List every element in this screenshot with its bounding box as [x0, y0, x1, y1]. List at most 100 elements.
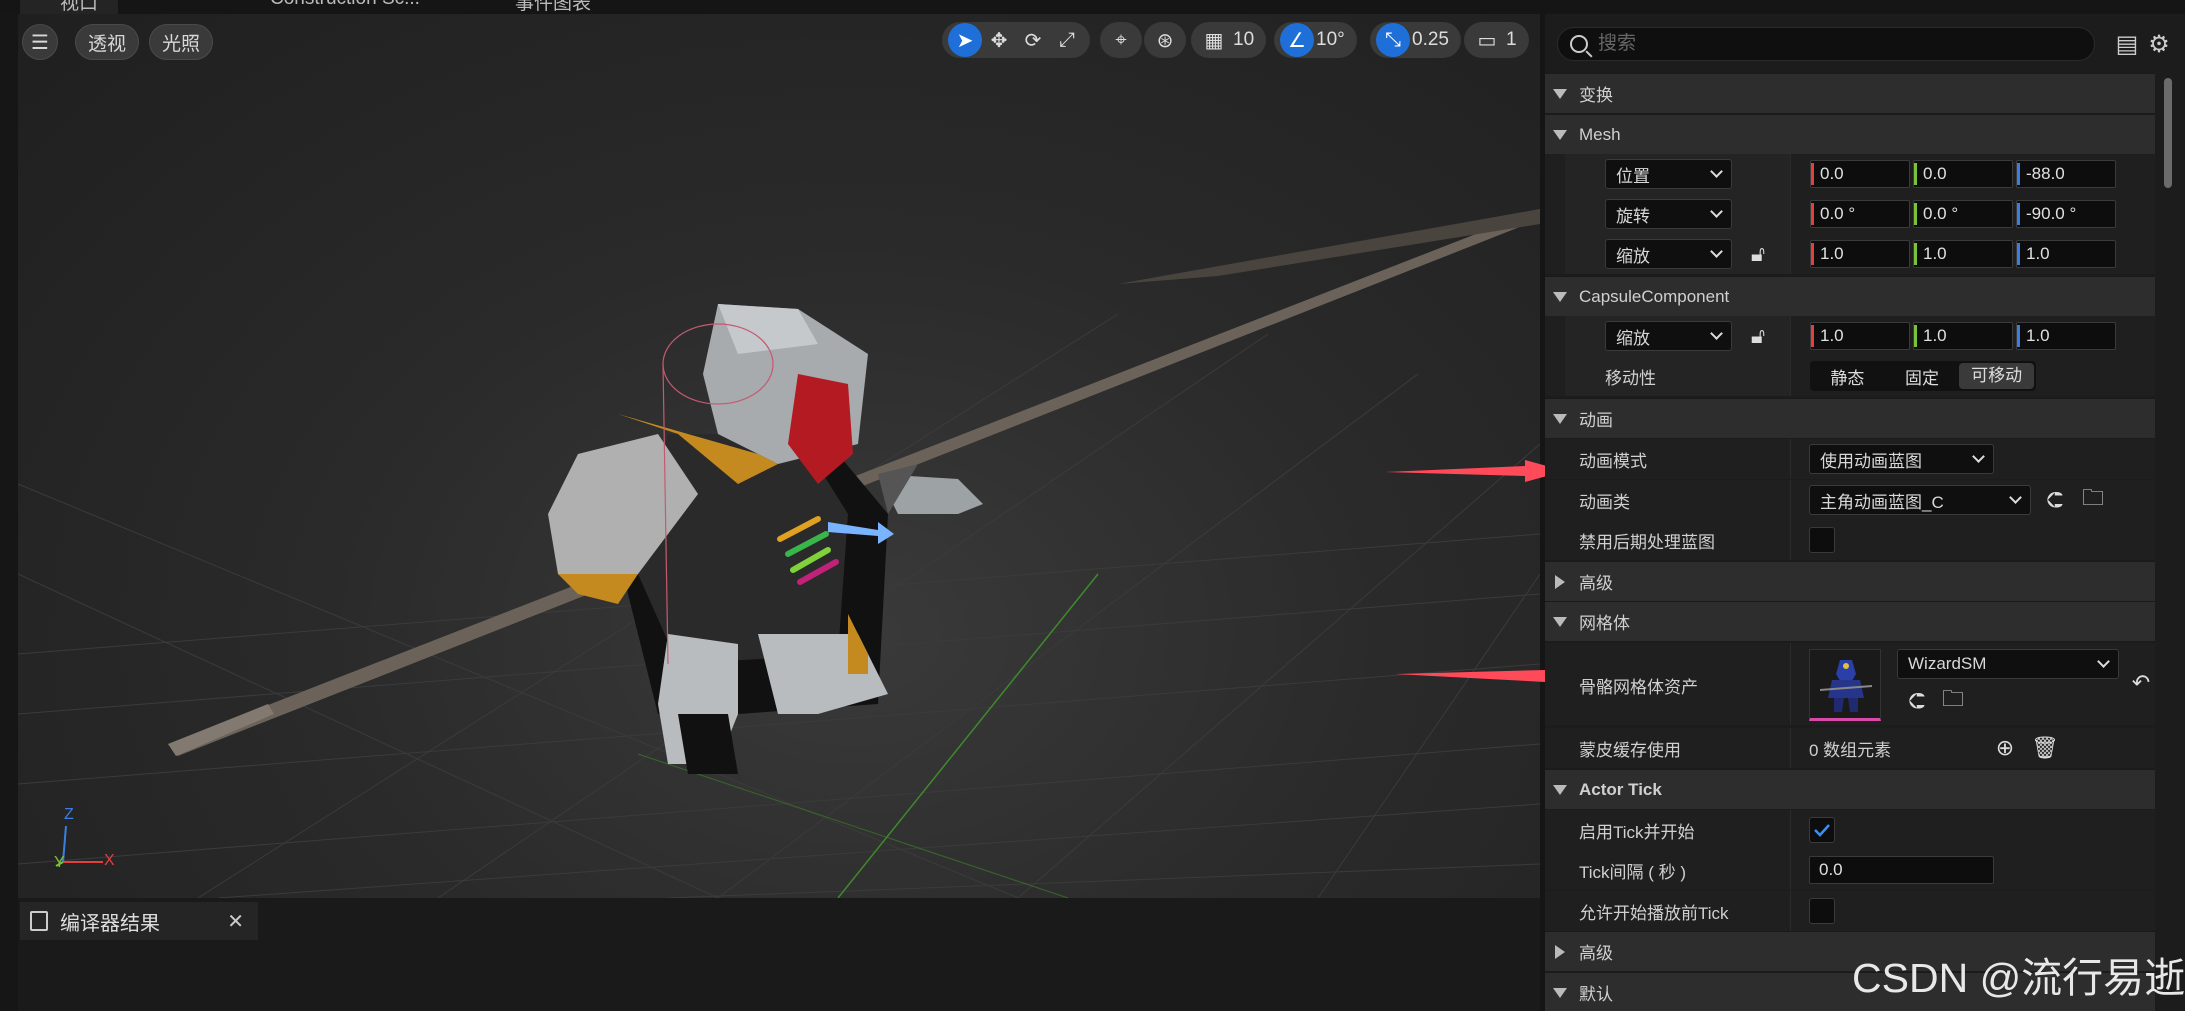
camera-speed-group: ▭ 1: [1464, 22, 1529, 58]
start-with-tick-checkbox[interactable]: [1809, 817, 1835, 843]
perspective-button[interactable]: 透视: [75, 24, 139, 60]
select-tool-icon[interactable]: ➤: [948, 23, 982, 57]
category-advanced-animation[interactable]: 高级: [1545, 561, 2155, 601]
table-view-icon[interactable]: ▤: [2113, 30, 2141, 58]
tab-construction-label: Construction Sc...: [270, 0, 420, 9]
angle-snap-icon[interactable]: ∠: [1280, 23, 1314, 57]
column-splitter: [1790, 316, 1791, 356]
grid-snap-icon[interactable]: ▦: [1197, 23, 1231, 57]
location-z-field[interactable]: -88.0: [2016, 160, 2116, 188]
collapsed-triangle-icon: [1555, 944, 1565, 959]
disable-post-process-checkbox[interactable]: [1809, 527, 1835, 553]
skeletal-mesh-dropdown[interactable]: WizardSM: [1897, 649, 2119, 679]
move-tool-icon[interactable]: ✥: [982, 23, 1016, 57]
category-actor-tick[interactable]: Actor Tick: [1545, 769, 2155, 809]
compiler-results-tab[interactable]: 编译器结果 ✕: [20, 902, 258, 940]
close-icon[interactable]: ✕: [227, 909, 244, 934]
mesh-location-row: 位置 0.0 0.0 -88.0: [1545, 154, 2155, 194]
rotation-y-field[interactable]: 0.0 °: [1913, 200, 2013, 228]
start-with-tick-row: 启用Tick并开始: [1545, 810, 2155, 850]
category-animation[interactable]: 动画: [1545, 398, 2155, 438]
rotation-snap-value[interactable]: 10°: [1314, 29, 1351, 51]
expand-triangle-icon: [1553, 413, 1567, 424]
use-selected-asset-icon[interactable]: ⮈: [1903, 687, 1931, 715]
unlock-icon[interactable]: 🔓︎: [1744, 240, 1772, 268]
capsule-scale-row: 缩放 🔓︎ 1.0 1.0 1.0: [1545, 316, 2155, 356]
annotation-arrow-anim-mode: [1385, 460, 1565, 482]
scale-x-field[interactable]: 1.0: [1810, 240, 1910, 268]
location-y-field[interactable]: 0.0: [1913, 160, 2013, 188]
capsule-scale-x-field[interactable]: 1.0: [1810, 322, 1910, 350]
allow-tick-before-play-checkbox[interactable]: [1809, 898, 1835, 924]
category-mesh[interactable]: Mesh: [1545, 114, 2155, 154]
location-x-field[interactable]: 0.0: [1810, 160, 1910, 188]
allow-tick-before-play-row: 允许开始播放前Tick: [1545, 891, 2155, 931]
rotation-dropdown[interactable]: 旋转: [1605, 199, 1732, 229]
category-default-label: 默认: [1579, 985, 1613, 1004]
lighting-button[interactable]: 光照: [149, 24, 213, 60]
details-header: [1545, 0, 2185, 14]
expand-triangle-icon: [1553, 291, 1567, 302]
details-scrollbar[interactable]: [2162, 70, 2174, 1011]
world-local-icon[interactable]: ⊛: [1150, 23, 1180, 57]
capsule-scale-y-value: 1.0: [1923, 326, 1947, 345]
mobility-movable-option[interactable]: 可移动: [1959, 363, 2035, 389]
skeletal-mesh-value: WizardSM: [1908, 654, 1987, 673]
capsule-scale-dropdown[interactable]: 缩放: [1605, 321, 1732, 351]
mobility-static-option[interactable]: 静态: [1810, 364, 1885, 389]
rotation-z-field[interactable]: -90.0 °: [2016, 200, 2116, 228]
scale-tool-icon[interactable]: ⤢: [1050, 23, 1084, 57]
category-capsule-component[interactable]: CapsuleComponent: [1545, 276, 2155, 316]
scale-z-field[interactable]: 1.0: [2016, 240, 2116, 268]
surface-snap-icon[interactable]: ⌖: [1106, 23, 1136, 57]
scale-snap-icon[interactable]: ⤡: [1376, 23, 1410, 57]
tab-viewport[interactable]: 视口: [20, 0, 119, 14]
mobility-stationary-option[interactable]: 固定: [1885, 364, 1960, 389]
animation-mode-dropdown[interactable]: 使用动画蓝图: [1809, 444, 1994, 474]
column-splitter: [1790, 234, 1791, 274]
rotate-tool-icon[interactable]: ⟳: [1016, 23, 1050, 57]
tab-construction-script[interactable]: Construction Sc...: [270, 0, 420, 14]
details-search-input[interactable]: [1598, 33, 2058, 55]
category-transform[interactable]: 变换: [1545, 73, 2155, 113]
capsule-scale-y-field[interactable]: 1.0: [1913, 322, 2013, 350]
character-mesh[interactable]: [548, 304, 983, 774]
rotation-y-value: 0.0 °: [1923, 204, 1959, 223]
add-element-icon[interactable]: ⊕: [1991, 734, 2019, 762]
browse-asset-icon[interactable]: 🗀︎: [2079, 485, 2107, 514]
skeletal-mesh-label: 骨骼网格体资产: [1579, 678, 1698, 697]
viewport-menu-button[interactable]: ☰: [22, 24, 58, 60]
perspective-label: 透视: [87, 33, 126, 55]
category-mesh-body[interactable]: 网格体: [1545, 601, 2155, 641]
grid-snap-value[interactable]: 10: [1231, 29, 1260, 51]
chevron-down-icon: [1710, 165, 1723, 178]
camera-icon[interactable]: ▭: [1470, 23, 1504, 57]
expand-triangle-icon: [1553, 129, 1567, 140]
scale-snap-value[interactable]: 0.25: [1410, 29, 1455, 51]
chevron-down-icon: [2009, 491, 2022, 504]
world-local-group: ⊛: [1144, 22, 1186, 58]
tab-event-graph[interactable]: 事件图表: [515, 0, 591, 14]
scale-y-field[interactable]: 1.0: [1913, 240, 2013, 268]
unlock-icon[interactable]: 🔓︎: [1744, 322, 1772, 350]
browse-asset-icon[interactable]: 🗀︎: [1939, 686, 1967, 715]
scale-dropdown[interactable]: 缩放: [1605, 239, 1732, 269]
animation-class-dropdown[interactable]: 主角动画蓝图_C: [1809, 485, 2031, 515]
level-viewport[interactable]: Z Y X ☰ 透视 光照 ➤ ✥ ⟳ ⤢ ⌖ ⊛ ▦ 10 ∠ 10° ⤡ 0…: [18, 14, 1540, 898]
scrollbar-thumb[interactable]: [2164, 78, 2172, 188]
document-icon: [30, 911, 48, 931]
tick-interval-field[interactable]: 0.0: [1809, 856, 1994, 884]
checkmark-icon: [1814, 824, 1830, 837]
camera-speed-value[interactable]: 1: [1504, 29, 1523, 51]
settings-gear-icon[interactable]: ⚙: [2145, 30, 2173, 58]
details-search-bar[interactable]: [1557, 27, 2095, 61]
reset-to-default-icon[interactable]: ↶: [2127, 669, 2155, 697]
trash-icon[interactable]: 🗑︎: [2031, 734, 2059, 762]
mobility-row: 移动性 静态 固定 可移动: [1545, 356, 2155, 396]
rotation-x-field[interactable]: 0.0 °: [1810, 200, 1910, 228]
location-dropdown[interactable]: 位置: [1605, 159, 1732, 189]
tick-interval-label: Tick间隔 ( 秒 ): [1579, 862, 1687, 882]
use-selected-asset-icon[interactable]: ⮈: [2041, 486, 2069, 514]
capsule-scale-z-field[interactable]: 1.0: [2016, 322, 2116, 350]
skeletal-mesh-thumbnail[interactable]: [1809, 649, 1881, 721]
